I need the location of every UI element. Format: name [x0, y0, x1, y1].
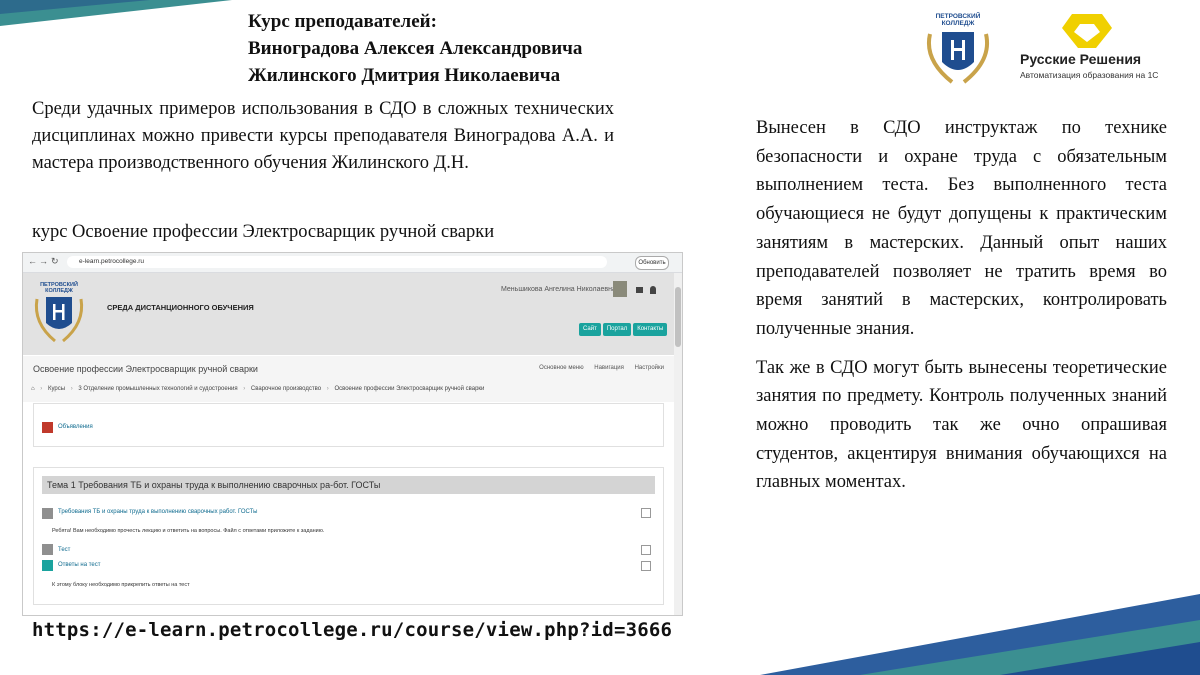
right-paragraph: Так же в СДО могут быть вынесены теорети… [756, 357, 1167, 493]
main-menu-link[interactable]: Основное меню [539, 365, 583, 371]
breadcrumb-item[interactable]: Курсы [48, 386, 65, 392]
logos-area: ПЕТРОВСКИЙ КОЛЛЕДЖ Русские Решения Автом… [922, 10, 1182, 90]
browser-toolbar: ← → ↻ e-learn.petrocollege.ru Обновить [23, 253, 682, 273]
course-url[interactable]: https://e-learn.petrocollege.ru/course/v… [32, 619, 672, 641]
quiz-icon [42, 544, 53, 555]
reload-icon[interactable]: ↻ [51, 256, 59, 267]
breadcrumb-item[interactable]: 3 Отделение промышленных технологий и су… [78, 386, 237, 392]
title-line: Курс преподавателей: [248, 11, 437, 32]
activity-link[interactable]: Ответы на тест [58, 562, 100, 568]
site-title: СРЕДА ДИСТАНЦИОННОГО ОБУЧЕНИЯ [107, 303, 254, 312]
course-title: Освоение профессии Электросварщик ручной… [33, 364, 258, 374]
svg-text:КОЛЛЕДЖ: КОЛЛЕДЖ [45, 288, 73, 294]
back-icon[interactable]: ← [28, 256, 37, 266]
forward-icon[interactable]: → [39, 256, 48, 266]
topic-section: Тема 1 Требования ТБ и охраны труда к вы… [33, 467, 664, 605]
right-text-block: Вынесен в СДО инструктаж по технике безо… [756, 114, 1167, 507]
activity-link[interactable]: Требования ТБ и охраны труда к выполнени… [58, 509, 257, 515]
assignment-icon [42, 560, 53, 571]
completion-checkbox[interactable] [641, 508, 651, 518]
intro-paragraph: Среди удачных примеров использования в С… [32, 99, 614, 173]
topic-title: Тема 1 Требования ТБ и охраны труда к вы… [42, 476, 655, 494]
notification-icon[interactable] [650, 286, 656, 294]
breadcrumb-item[interactable]: Сварочное производство [251, 386, 321, 392]
update-button[interactable]: Обновить [635, 256, 669, 270]
course-header: Освоение профессии Электросварщик ручной… [23, 356, 674, 402]
address-text: e-learn.petrocollege.ru [79, 258, 145, 265]
svg-text:ПЕТРОВСКИЙ: ПЕТРОВСКИЙ [936, 11, 981, 20]
right-paragraph: Вынесен в СДО инструктаж по технике безо… [756, 118, 1167, 339]
header-buttons: Сайт Портал Контакты [577, 317, 668, 336]
svg-text:ПЕТРОВСКИЙ: ПЕТРОВСКИЙ [40, 280, 78, 288]
breadcrumb-item[interactable]: Освоение профессии Электросварщик ручной… [334, 386, 484, 392]
contacts-button[interactable]: Контакты [633, 323, 668, 336]
message-icon[interactable] [636, 287, 643, 293]
left-text-block: Среди удачных примеров использования в С… [32, 96, 614, 183]
lms-screenshot: ← → ↻ e-learn.petrocollege.ru Обновить П… [22, 252, 683, 616]
general-section: Объявления [33, 403, 664, 447]
breadcrumb: ⌂ › Курсы › 3 Отделение промышленных тех… [31, 386, 485, 392]
page-icon [42, 508, 53, 519]
college-logo: ПЕТРОВСКИЙ КОЛЛЕДЖ [927, 11, 989, 84]
settings-link[interactable]: Настройки [635, 365, 664, 371]
completion-checkbox[interactable] [641, 561, 651, 571]
course-label: курс Освоение профессии Электросварщик р… [32, 222, 495, 242]
course-menu: Основное меню Навигация Настройки [530, 365, 664, 371]
title-line: Виноградова Алексея Александровича [248, 38, 583, 59]
partner-name: Русские Решения [1020, 51, 1142, 67]
header-college-logo: ПЕТРОВСКИЙ КОЛЛЕДЖ [34, 280, 84, 343]
user-name[interactable]: Меньшикова Ангелина Николаевна [501, 286, 616, 293]
address-bar[interactable]: e-learn.petrocollege.ru [67, 256, 607, 268]
page-title: Курс преподавателей: Виноградова Алексея… [248, 8, 582, 89]
forum-icon [42, 422, 53, 433]
svg-text:КОЛЛЕДЖ: КОЛЛЕДЖ [942, 20, 975, 27]
partner-subtitle: Автоматизация образования на 1С [1020, 70, 1159, 80]
forum-link[interactable]: Объявления [58, 424, 93, 430]
site-header: ПЕТРОВСКИЙ КОЛЛЕДЖ СРЕДА ДИСТАНЦИОННОГО … [23, 273, 674, 355]
title-line: Жилинского Дмитрия Николаевича [248, 65, 561, 86]
partner-logo-mark [1062, 14, 1112, 48]
scrollbar-thumb[interactable] [675, 287, 681, 347]
site-button[interactable]: Сайт [579, 323, 601, 336]
activity-link[interactable]: Тест [58, 547, 70, 553]
activity-description: К этому блоку необходимо прикрепить отве… [52, 582, 190, 588]
activity-description: Ребята! Вам необходимо прочесть лекцию и… [52, 528, 325, 534]
navigation-link[interactable]: Навигация [594, 365, 624, 371]
completion-checkbox[interactable] [641, 545, 651, 555]
portal-button[interactable]: Портал [602, 323, 632, 336]
top-left-decoration [0, 0, 232, 26]
avatar[interactable] [613, 281, 627, 297]
bottom-right-decoration [760, 594, 1200, 675]
home-icon[interactable]: ⌂ [31, 386, 35, 392]
